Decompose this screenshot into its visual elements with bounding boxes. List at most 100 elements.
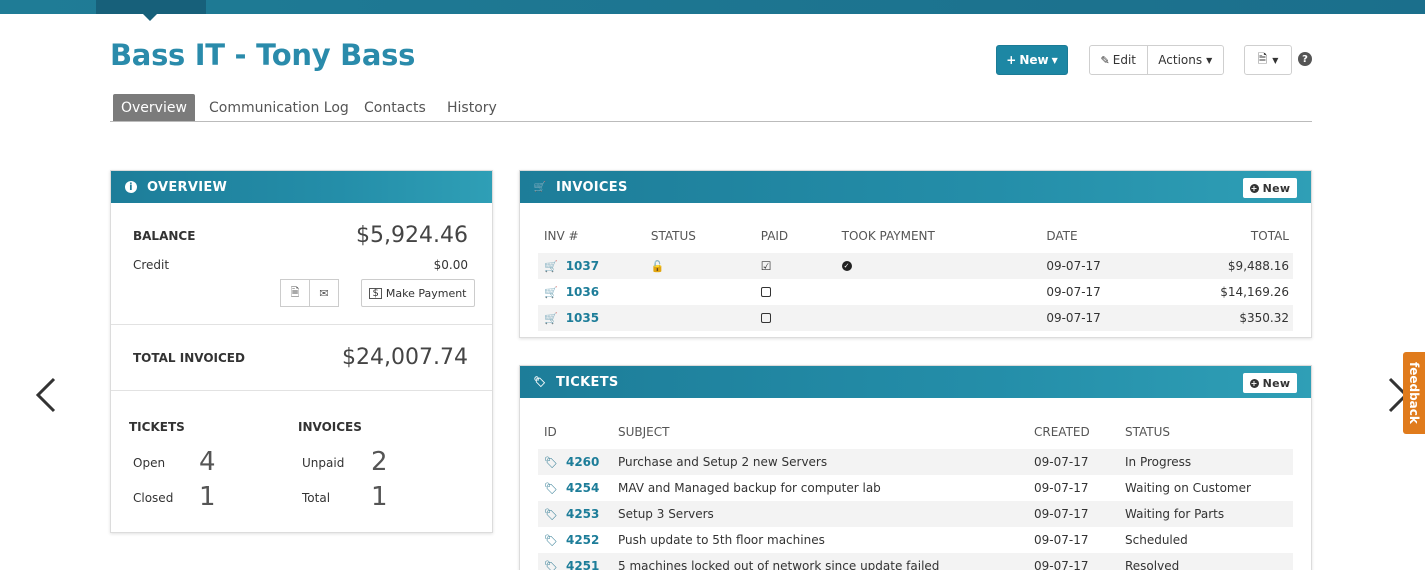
tag-icon: 🏷 bbox=[544, 455, 558, 469]
total-invoiced-value: $24,007.74 bbox=[342, 345, 468, 370]
tab-contacts[interactable]: Contacts bbox=[364, 94, 426, 121]
tickets-stats-label: TICKETS bbox=[129, 420, 185, 434]
ticket-status: In Progress bbox=[1125, 455, 1192, 469]
invoice-total: $9,488.16 bbox=[1227, 259, 1289, 273]
tickets-header-row: ID SUBJECT CREATED STATUS bbox=[538, 415, 1293, 449]
col-subject: SUBJECT bbox=[618, 425, 670, 439]
ticket-link[interactable]: 4251 bbox=[566, 559, 599, 570]
invoices-stats-label: INVOICES bbox=[298, 420, 362, 434]
new-button-label: New bbox=[1019, 53, 1049, 67]
col-id: ID bbox=[544, 425, 557, 439]
checked-box-icon: ☑ bbox=[760, 259, 772, 273]
caret-down-icon: ▼ bbox=[1051, 55, 1058, 65]
cart-icon: 🛒 bbox=[544, 311, 558, 325]
actions-button[interactable]: Actions ▼ bbox=[1148, 46, 1223, 74]
overview-title: OVERVIEW bbox=[147, 179, 228, 195]
help-icon[interactable]: ? bbox=[1298, 52, 1312, 66]
email-statement-button[interactable]: ✉ bbox=[309, 279, 339, 307]
ticket-link[interactable]: 4252 bbox=[566, 533, 599, 547]
total-invoiced-label: TOTAL INVOICED bbox=[133, 351, 245, 365]
pencil-icon: ✎ bbox=[1100, 53, 1110, 67]
ticket-created: 09-07-17 bbox=[1034, 559, 1089, 570]
table-row[interactable]: 🏷 4251 5 machines locked out of network s… bbox=[538, 553, 1293, 570]
table-row[interactable]: 🏷 4252 Push update to 5th floor machines … bbox=[538, 527, 1293, 553]
caret-down-icon: ▼ bbox=[1206, 55, 1213, 65]
tag-icon: 🏷 bbox=[533, 376, 547, 388]
unpaid-invoices-count: 2 bbox=[371, 447, 388, 477]
ticket-subject: 5 machines locked out of network since u… bbox=[618, 559, 940, 570]
ticket-status: Waiting for Parts bbox=[1125, 507, 1225, 521]
check-circle-icon: ✓ bbox=[841, 261, 852, 271]
ticket-subject: Purchase and Setup 2 new Servers bbox=[618, 455, 828, 469]
invoice-total: $14,169.26 bbox=[1220, 285, 1289, 299]
invoice-date: 09-07-17 bbox=[1046, 311, 1101, 325]
invoice-link[interactable]: 1036 bbox=[566, 285, 599, 299]
table-row[interactable]: 🏷 4253 Setup 3 Servers 09-07-17 Waiting f… bbox=[538, 501, 1293, 527]
col-paid: PAID bbox=[760, 229, 789, 243]
invoice-link[interactable]: 1037 bbox=[566, 259, 599, 273]
closed-tickets-count: 1 bbox=[199, 482, 216, 512]
previous-arrow-icon[interactable] bbox=[34, 374, 58, 423]
tag-icon: 🏷 bbox=[544, 481, 558, 495]
col-created: CREATED bbox=[1034, 425, 1090, 439]
ticket-link[interactable]: 4254 bbox=[566, 481, 599, 495]
invoice-total: $350.32 bbox=[1239, 311, 1289, 325]
ticket-status: Waiting on Customer bbox=[1125, 481, 1251, 495]
new-invoice-button[interactable]: + New bbox=[1243, 178, 1297, 198]
divider bbox=[111, 390, 492, 391]
invoice-link[interactable]: 1035 bbox=[566, 311, 599, 325]
ticket-created: 09-07-17 bbox=[1034, 455, 1089, 469]
edit-button[interactable]: ✎ Edit bbox=[1090, 46, 1148, 74]
new-ticket-label: New bbox=[1262, 376, 1291, 390]
overview-panel-header: i OVERVIEW bbox=[111, 171, 492, 203]
pdf-statement-button[interactable]: 🗎 bbox=[280, 279, 310, 307]
open-tickets-count: 4 bbox=[199, 447, 216, 477]
invoices-header-row: INV # STATUS PAID TOOK PAYMENT DATE TOTA… bbox=[538, 219, 1293, 253]
col-total: TOTAL bbox=[1250, 229, 1289, 243]
pdf-menu-button[interactable]: 🗎 ▼ bbox=[1244, 45, 1292, 75]
nav-tab-customers[interactable] bbox=[96, 0, 206, 14]
tickets-table: ID SUBJECT CREATED STATUS 🏷 4260 Purchase… bbox=[538, 415, 1293, 570]
ticket-created: 09-07-17 bbox=[1034, 533, 1089, 547]
new-ticket-button[interactable]: + New bbox=[1243, 373, 1297, 393]
plus-circle-icon: + bbox=[1249, 183, 1259, 193]
divider bbox=[111, 324, 492, 325]
tickets-panel: 🏷 TICKETS + New ID SUBJECT CREATED STATU… bbox=[519, 365, 1312, 570]
tag-icon: 🏷 bbox=[544, 559, 558, 570]
actions-button-label: Actions bbox=[1158, 53, 1203, 67]
table-row[interactable]: 🏷 4254 MAV and Managed backup for compute… bbox=[538, 475, 1293, 501]
edit-actions-group: ✎ Edit Actions ▼ bbox=[1089, 45, 1224, 75]
tab-communication-log[interactable]: Communication Log bbox=[209, 94, 349, 121]
file-icon: 🗎 bbox=[290, 285, 300, 299]
cart-icon: 🛒 bbox=[544, 285, 558, 299]
invoice-date: 09-07-17 bbox=[1046, 259, 1101, 273]
ticket-link[interactable]: 4253 bbox=[566, 507, 599, 521]
tickets-title: TICKETS bbox=[556, 374, 619, 390]
table-row[interactable]: 🛒 1037 🔓 ☑ ✓ 09-07-17 $9,488.16 bbox=[538, 253, 1293, 279]
ticket-link[interactable]: 4260 bbox=[566, 455, 599, 469]
ticket-created: 09-07-17 bbox=[1034, 507, 1089, 521]
make-payment-button[interactable]: $ Make Payment bbox=[361, 279, 475, 307]
table-row[interactable]: 🛒 1036 09-07-17 $14,169.26 bbox=[538, 279, 1293, 305]
tab-overview[interactable]: Overview bbox=[113, 94, 195, 121]
balance-label: BALANCE bbox=[133, 229, 196, 243]
page-title: Bass IT - Tony Bass bbox=[110, 38, 416, 72]
balance-value: $5,924.46 bbox=[356, 223, 468, 248]
open-tickets-label: Open bbox=[133, 456, 166, 470]
new-button[interactable]: + New ▼ bbox=[996, 45, 1068, 75]
new-invoice-label: New bbox=[1262, 181, 1291, 195]
plus-circle-icon: + bbox=[1249, 378, 1259, 388]
total-invoices-label: Total bbox=[302, 491, 331, 505]
info-icon: i bbox=[125, 181, 137, 193]
feedback-tab[interactable]: feedback bbox=[1403, 352, 1425, 434]
table-row[interactable]: 🏷 4260 Purchase and Setup 2 new Servers 0… bbox=[538, 449, 1293, 475]
tab-history[interactable]: History bbox=[447, 94, 497, 121]
unpaid-invoices-label: Unpaid bbox=[302, 456, 345, 470]
credit-label: Credit bbox=[133, 258, 170, 272]
ticket-subject: MAV and Managed backup for computer lab bbox=[618, 481, 881, 495]
invoice-date: 09-07-17 bbox=[1046, 285, 1101, 299]
cart-icon: 🛒 bbox=[544, 259, 558, 273]
file-icon: 🗎 bbox=[1257, 51, 1268, 66]
table-row[interactable]: 🛒 1035 09-07-17 $350.32 bbox=[538, 305, 1293, 331]
ticket-subject: Setup 3 Servers bbox=[618, 507, 714, 521]
